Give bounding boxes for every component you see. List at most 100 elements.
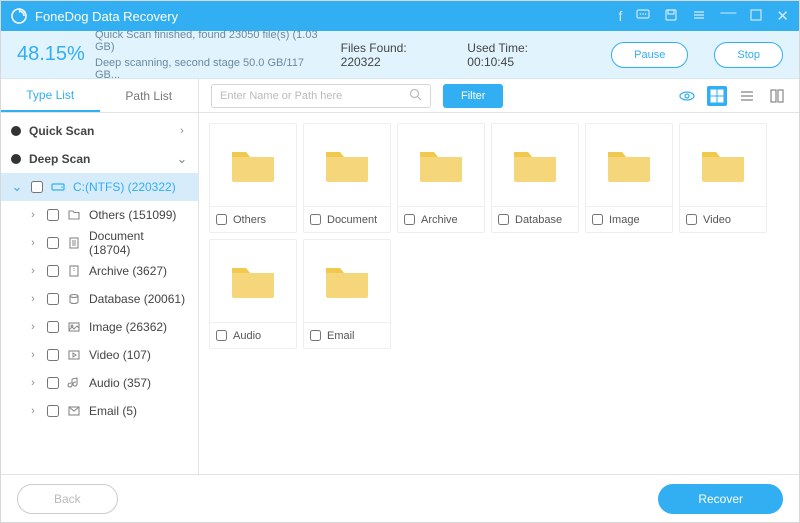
folder-item[interactable]: Audio (209, 239, 297, 349)
chevron-right-icon: › (27, 321, 39, 333)
search-box[interactable] (211, 84, 431, 108)
status-line-deep: Deep scanning, second stage 50.0 GB/117 … (95, 57, 323, 81)
tree: Quick Scan › Deep Scan ⌄ ⌄ C:(NTFS) (220… (1, 113, 198, 474)
app-logo-icon (11, 8, 27, 24)
folder-name: Video (703, 214, 731, 226)
status-text: Quick Scan finished, found 23050 file(s)… (95, 29, 323, 81)
folder-item[interactable]: Video (679, 123, 767, 233)
folder-checkbox[interactable] (404, 214, 415, 225)
folder-checkbox[interactable] (216, 330, 227, 341)
main-area: Type List Path List Quick Scan › Deep Sc… (1, 79, 799, 474)
facebook-icon[interactable]: f (619, 9, 623, 23)
save-icon[interactable] (664, 8, 678, 24)
app-title: FoneDog Data Recovery (35, 9, 178, 24)
category-icon (67, 348, 81, 362)
view-mode-buttons (677, 86, 787, 106)
tree-item-checkbox[interactable] (47, 349, 59, 361)
folder-caption: Document (304, 206, 390, 232)
folder-grid: Others Document Archive Database Image Video A… (199, 113, 799, 474)
folder-item[interactable]: Others (209, 123, 297, 233)
tree-item-checkbox[interactable] (47, 321, 59, 333)
tree-item-checkbox[interactable] (47, 377, 59, 389)
folder-name: Image (609, 214, 640, 226)
tree-item[interactable]: ›Archive (3627) (23, 257, 198, 285)
feedback-icon[interactable] (636, 8, 650, 24)
folder-item[interactable]: Email (303, 239, 391, 349)
folder-icon (226, 138, 280, 192)
footer: Back Recover (1, 474, 799, 522)
category-icon (67, 236, 81, 250)
sidebar: Type List Path List Quick Scan › Deep Sc… (1, 79, 199, 474)
detail-view-icon[interactable] (767, 86, 787, 106)
drive-checkbox[interactable] (31, 181, 43, 193)
files-found: Files Found: 220322 (341, 41, 442, 69)
menu-icon[interactable] (692, 8, 706, 24)
folder-item[interactable]: Database (491, 123, 579, 233)
search-icon[interactable] (409, 88, 422, 104)
tree-item-checkbox[interactable] (47, 209, 59, 221)
tab-path-list[interactable]: Path List (100, 79, 199, 112)
tree-item[interactable]: ›Others (151099) (23, 201, 198, 229)
folder-icon (320, 254, 374, 308)
tree-deep-scan[interactable]: Deep Scan ⌄ (1, 145, 198, 173)
tree-item-checkbox[interactable] (47, 405, 59, 417)
folder-icon (414, 138, 468, 192)
folder-checkbox[interactable] (216, 214, 227, 225)
filter-button[interactable]: Filter (443, 84, 503, 108)
close-icon[interactable]: ✕ (776, 9, 789, 24)
tree-item[interactable]: ›Audio (357) (23, 369, 198, 397)
maximize-icon[interactable] (750, 9, 762, 23)
tree-item[interactable]: ›Video (107) (23, 341, 198, 369)
folder-item[interactable]: Image (585, 123, 673, 233)
eye-icon[interactable] (677, 86, 697, 106)
tree-item-label: Others (151099) (89, 208, 188, 222)
folder-caption: Audio (210, 322, 296, 348)
chevron-right-icon: › (27, 377, 39, 389)
folder-icon (320, 138, 374, 192)
folder-caption: Email (304, 322, 390, 348)
window-controls: f — ✕ (619, 8, 789, 24)
content: Filter Others Document Archive Database Imag… (199, 79, 799, 474)
category-icon (67, 404, 81, 418)
status-line-quick: Quick Scan finished, found 23050 file(s)… (95, 29, 323, 53)
tree-item-checkbox[interactable] (47, 293, 59, 305)
search-input[interactable] (220, 90, 403, 102)
folder-name: Document (327, 214, 377, 226)
tree-item-checkbox[interactable] (47, 265, 59, 277)
folder-item[interactable]: Archive (397, 123, 485, 233)
check-dot-icon (11, 126, 21, 136)
chevron-right-icon: › (27, 349, 39, 361)
folder-icon (226, 254, 280, 308)
chevron-right-icon: › (27, 405, 39, 417)
tree-drive[interactable]: ⌄ C:(NTFS) (220322) (1, 173, 198, 201)
pause-button[interactable]: Pause (611, 42, 688, 68)
folder-checkbox[interactable] (592, 214, 603, 225)
tree-item-checkbox[interactable] (47, 237, 59, 249)
folder-icon (508, 138, 562, 192)
tree-item-label: Document (18704) (89, 229, 188, 257)
tree-item-label: Archive (3627) (89, 264, 188, 278)
back-button[interactable]: Back (17, 484, 118, 514)
list-view-icon[interactable] (737, 86, 757, 106)
stop-button[interactable]: Stop (714, 42, 783, 68)
tab-type-list[interactable]: Type List (1, 79, 100, 112)
folder-checkbox[interactable] (686, 214, 697, 225)
minimize-icon[interactable]: — (720, 5, 736, 21)
tree-item[interactable]: › Document (18704) (23, 229, 198, 257)
tree-item-label: Image (26362) (89, 320, 188, 334)
folder-checkbox[interactable] (498, 214, 509, 225)
grid-view-icon[interactable] (707, 86, 727, 106)
tree-quick-scan[interactable]: Quick Scan › (1, 117, 198, 145)
used-time: Used Time: 00:10:45 (467, 41, 569, 69)
app-window: FoneDog Data Recovery f — ✕ 48.15% Quick… (0, 0, 800, 523)
chevron-right-icon: › (27, 237, 39, 249)
tree-item[interactable]: › Image (26362) (23, 313, 198, 341)
folder-checkbox[interactable] (310, 214, 321, 225)
folder-caption: Archive (398, 206, 484, 232)
tree-item-label: Database (20061) (89, 292, 188, 306)
folder-checkbox[interactable] (310, 330, 321, 341)
recover-button[interactable]: Recover (658, 484, 783, 514)
tree-item[interactable]: ›Email (5) (23, 397, 198, 425)
folder-item[interactable]: Document (303, 123, 391, 233)
tree-item[interactable]: ›Database (20061) (23, 285, 198, 313)
